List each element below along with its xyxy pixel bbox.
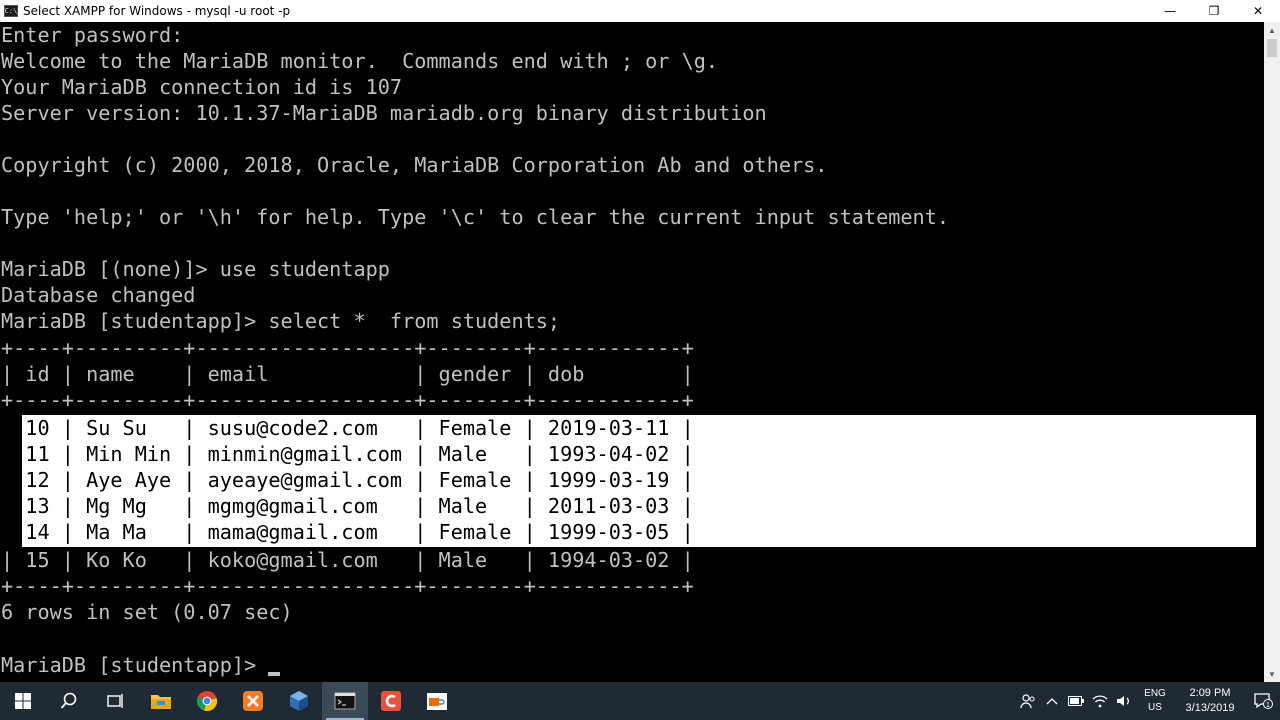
maximize-button[interactable]: ❐ (1192, 0, 1236, 22)
region-code: US (1148, 702, 1162, 713)
console-output[interactable]: Enter password: Welcome to the MariaDB m… (0, 22, 1264, 682)
table-header: | id | name | email | gender | dob | (1, 362, 694, 386)
console-line: Enter password: (1, 23, 184, 47)
people-icon[interactable] (1016, 682, 1040, 720)
virtualbox-button[interactable] (276, 682, 322, 720)
console-line: MariaDB [(none)]> use studentapp (1, 257, 390, 281)
system-tray: ENG US 2:09 PM 3/13/2019 1 (1016, 682, 1280, 720)
table-row: | 14 | Ma Ma | mama@gmail.com | Female |… (1, 520, 694, 544)
text-cursor (268, 672, 280, 676)
console-line: Copyright (c) 2000, 2018, Oracle, MariaD… (1, 153, 828, 177)
c-editor-icon (381, 691, 401, 711)
title-bar[interactable]: C:\ Select XAMPP for Windows - mysql -u … (0, 0, 1280, 22)
wifi-icon[interactable] (1088, 682, 1112, 720)
editor-button[interactable] (368, 682, 414, 720)
chevron-up-icon[interactable] (1040, 682, 1064, 720)
svg-text:1: 1 (1266, 702, 1270, 709)
task-view-icon (107, 694, 123, 708)
table-row: | 11 | Min Min | minmin@gmail.com | Male… (1, 442, 694, 466)
search-button[interactable] (46, 682, 92, 720)
scroll-up-arrow-icon[interactable]: ▲ (1264, 22, 1280, 38)
taskbar: ENG US 2:09 PM 3/13/2019 1 (0, 682, 1280, 720)
table-border: +----+---------+------------------+-----… (1, 388, 694, 412)
clock-time: 2:09 PM (1189, 687, 1231, 699)
table-border: +----+---------+------------------+-----… (1, 574, 694, 598)
table-row: | 13 | Mg Mg | mgmg@gmail.com | Male | 2… (1, 494, 694, 518)
minimize-button[interactable]: — (1148, 0, 1192, 22)
xampp-icon (243, 691, 263, 711)
vertical-scrollbar[interactable]: ▲ ▼ (1264, 22, 1280, 682)
terminal-icon (334, 692, 356, 710)
table-row: | 15 | Ko Ko | koko@gmail.com | Male | 1… (1, 548, 694, 572)
console-line: Type 'help;' or '\h' for help. Type '\c'… (1, 205, 950, 229)
windows-logo-icon (15, 693, 31, 709)
battery-icon[interactable] (1064, 682, 1088, 720)
clock[interactable]: 2:09 PM 3/13/2019 (1174, 686, 1246, 716)
notification-icon: 1 (1254, 693, 1273, 709)
start-button[interactable] (0, 682, 46, 720)
table-row: | 10 | Su Su | susu@code2.com | Female |… (1, 416, 694, 440)
language-code: ENG (1144, 688, 1166, 699)
console-line: MariaDB [studentapp]> select * from stud… (1, 309, 561, 333)
cube-icon (290, 691, 308, 711)
search-icon (60, 692, 77, 709)
result-summary: 6 rows in set (0.07 sec) (1, 600, 293, 624)
close-button[interactable]: ✕ (1236, 0, 1280, 22)
task-view-button[interactable] (92, 682, 138, 720)
chrome-icon (196, 691, 218, 711)
table-border: +----+---------+------------------+-----… (1, 336, 694, 360)
language-indicator[interactable]: ENG US (1136, 687, 1174, 715)
table-row: | 12 | Aye Aye | ayeaye@gmail.com | Fema… (1, 468, 694, 492)
scroll-down-arrow-icon[interactable]: ▼ (1264, 666, 1280, 682)
command-prompt[interactable]: MariaDB [studentapp]> (1, 652, 268, 678)
terminal-button[interactable] (322, 682, 368, 720)
console-line: Database changed (1, 283, 196, 307)
console-line: Welcome to the MariaDB monitor. Commands… (1, 49, 719, 73)
folder-icon (151, 695, 171, 709)
window-title: Select XAMPP for Windows - mysql -u root… (23, 4, 291, 18)
window-controls: — ❐ ✕ (1148, 0, 1280, 22)
clock-date: 3/13/2019 (1185, 702, 1235, 714)
chrome-button[interactable] (184, 682, 230, 720)
java-button[interactable] (414, 682, 460, 720)
console-app-icon: C:\ (4, 5, 18, 17)
volume-icon[interactable] (1112, 682, 1136, 720)
notification-center-button[interactable]: 1 (1246, 682, 1280, 720)
console-line: Server version: 10.1.37-MariaDB mariadb.… (1, 101, 767, 125)
java-icon (427, 693, 447, 710)
scrollbar-thumb[interactable] (1267, 39, 1277, 57)
xampp-button[interactable] (230, 682, 276, 720)
console-line: Your MariaDB connection id is 107 (1, 75, 403, 99)
file-explorer-button[interactable] (138, 682, 184, 720)
